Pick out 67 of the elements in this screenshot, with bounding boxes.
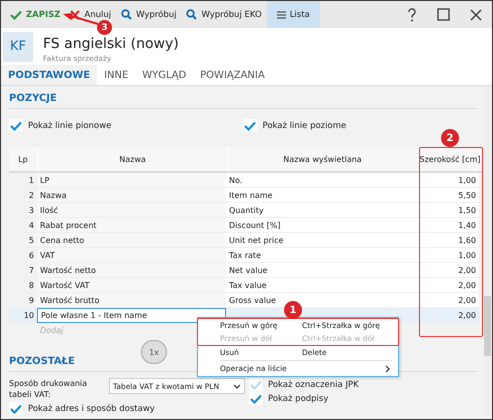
scrollbar[interactable] [484,86,491,416]
table-cell: Wartość netto [37,263,226,278]
field-label: Sposób drukowania tabeli VAT: [9,378,88,400]
search-icon [186,9,198,20]
table-cell: 1,00 [415,248,479,263]
checkbox-label: Pokaż linie poziome [262,120,346,130]
table-cell: 5,50 [415,188,479,203]
tab[interactable]: PODSTAWOWE [1,65,98,85]
table-cell: 10 [9,308,37,323]
toolbar-button[interactable]: Wypróbuj EKO [181,1,267,28]
checkbox[interactable] [9,119,22,132]
table-cell: Discount [%] [226,218,415,233]
table-cell: Item name [226,188,415,203]
table-cell: VAT [37,248,226,263]
chevron-right-icon [385,364,390,372]
tab[interactable]: POWIĄZANIA [193,65,272,85]
section-title: POZYCJE [9,93,58,104]
table-cell: LP [37,173,226,188]
table-cell: 2,00 [415,278,479,293]
table-cell: 1,60 [415,233,479,248]
toolbar-button[interactable]: Wypróbuj [116,1,182,28]
checkmark-icon [10,10,22,20]
chevron-down-icon [233,384,241,388]
checkbox-label: Pokaż oznaczenia JPK [268,380,359,390]
table-cell: Quantity [226,203,415,218]
close-icon[interactable] [470,8,482,20]
table-cell: 1,00 [415,173,479,188]
toolbar-button[interactable]: Lista [266,1,320,28]
checkbox[interactable] [249,392,262,405]
table-cell: No. [226,173,415,188]
table-cell: Rabat procent [37,218,226,233]
checkbox-label: Pokaż podpisy [268,394,328,404]
callout-number: 2 [441,129,459,147]
section-title: POZOSTAŁE [9,356,75,367]
checkbox[interactable] [9,402,22,415]
toolbar-button[interactable]: ZAPISZ [5,1,66,28]
table-cell: 1,40 [415,218,479,233]
table-cell: Ilość [37,203,226,218]
table-cell: Unit net price [226,233,415,248]
help-icon[interactable] [407,8,417,22]
table-cell: 2,00 [415,263,479,278]
table-cell: Cena netto [37,233,226,248]
column-header[interactable]: Nazwa [38,147,228,171]
checkbox-label: Pokaż linie pionowe [28,120,112,130]
checkbox[interactable] [244,119,256,132]
table-cell: Wartość VAT [37,278,226,293]
table-cell: Wartość brutto [37,293,226,308]
search-icon [121,9,132,20]
close-icon [70,10,80,20]
column-header[interactable]: Lp [9,147,38,171]
tab[interactable]: INNE [97,65,136,85]
maximize-icon[interactable] [437,8,450,21]
tab[interactable]: WYGLĄD [135,65,194,85]
column-header[interactable]: Nazwa wyświetlana [228,147,418,171]
mouse-click-hint: 1x [141,340,167,364]
table-cell: 2,00 [415,293,479,308]
table-cell: Tax value [226,278,415,293]
table-cell: Nazwa [37,188,226,203]
menu-icon [276,10,286,18]
document-type-badge: KF [3,32,33,62]
table-cell: Net value [226,263,415,278]
table-cell: 1,50 [415,203,479,218]
document-title: FS angielski (nowy) [43,36,179,52]
input-field[interactable]: Pole własne 1 - Item name [37,308,226,323]
table-cell: 2,00 [415,308,479,323]
checkbox-label: Pokaż adres i sposób dostawy [28,404,155,414]
table-cell: Tax rate [226,248,415,263]
